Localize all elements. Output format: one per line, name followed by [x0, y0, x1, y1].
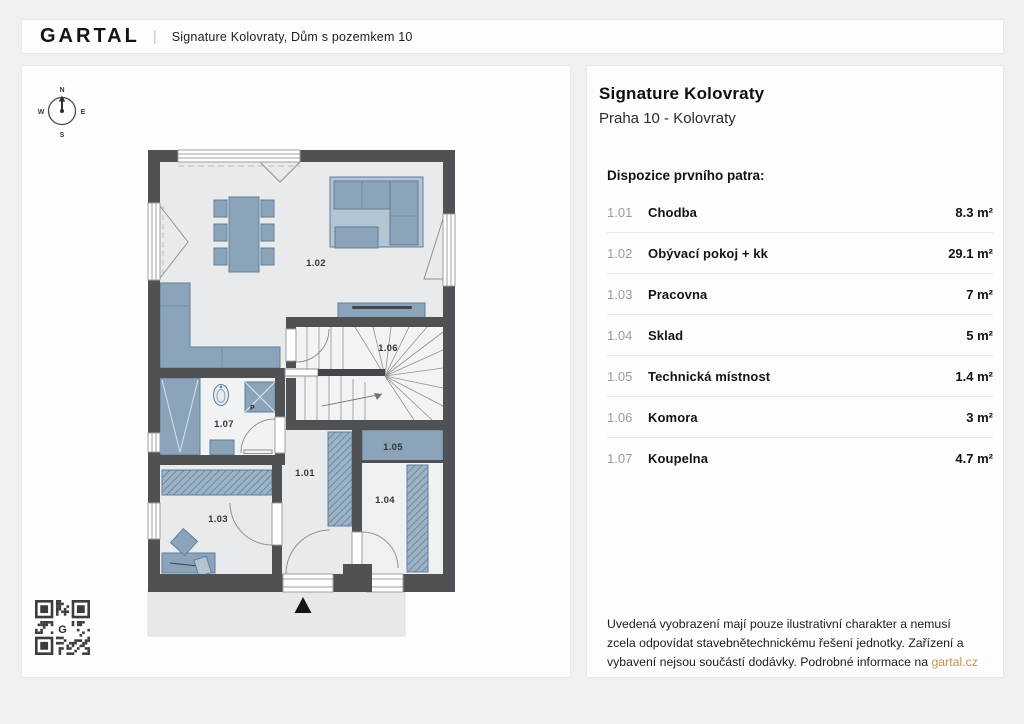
- room-label-104: 1.04: [375, 495, 395, 506]
- disclaimer-text: Uvedená vyobrazení mají pouze ilustrativ…: [607, 615, 979, 671]
- room-name: Obývací pokoj + kk: [648, 246, 948, 261]
- room-number: 1.03: [607, 287, 648, 302]
- breadcrumb: Signature Kolovraty, Dům s pozemkem 10: [172, 30, 413, 44]
- compass-west: W: [38, 109, 45, 116]
- terrace: [148, 590, 405, 636]
- room-name: Technická místnost: [648, 369, 955, 384]
- table-row: 1.01Chodba8.3 m²: [607, 192, 993, 233]
- table-row: 1.02Obývací pokoj + kk29.1 m²: [607, 233, 993, 274]
- room-number: 1.06: [607, 410, 648, 425]
- sink: [214, 385, 229, 406]
- table-row: 1.05Technická místnost1.4 m²: [607, 356, 993, 397]
- bath-vanity: [210, 440, 234, 455]
- room-name: Pracovna: [648, 287, 966, 302]
- details-panel: Signature Kolovraty Praha 10 - Kolovraty…: [587, 66, 1003, 677]
- room-area: 3 m²: [966, 410, 993, 425]
- disclaimer-body: Uvedená vyobrazení mají pouze ilustrativ…: [607, 617, 967, 669]
- room-area: 7 m²: [966, 287, 993, 302]
- section-heading: Dispozice prvního patra:: [607, 168, 765, 183]
- washer-label: P: [250, 405, 255, 412]
- compass-north: N: [59, 87, 64, 94]
- room-number: 1.02: [607, 246, 648, 261]
- room-table: 1.01Chodba8.3 m²1.02Obývací pokoj + kk29…: [607, 192, 993, 479]
- coffee-table: [335, 227, 378, 248]
- room-name: Sklad: [648, 328, 966, 343]
- shower: [160, 378, 200, 455]
- floorplan-panel: N S W E: [22, 66, 570, 677]
- room-number: 1.05: [607, 369, 648, 384]
- room-label-103: 1.03: [208, 514, 228, 525]
- table-row: 1.03Pracovna7 m²: [607, 274, 993, 315]
- room-area: 8.3 m²: [955, 205, 993, 220]
- hall-closet: [328, 432, 352, 526]
- room-number: 1.04: [607, 328, 648, 343]
- room-label-107: 1.07: [214, 419, 234, 430]
- storage-shelving: [407, 465, 428, 572]
- room-name: Komora: [648, 410, 966, 425]
- page-title: Signature Kolovraty: [599, 84, 764, 104]
- header-bar: GARTAL | Signature Kolovraty, Dům s poze…: [22, 20, 1003, 53]
- table-row: 1.07Koupelna4.7 m²: [607, 438, 993, 479]
- room-area: 29.1 m²: [948, 246, 993, 261]
- entry-pier: [343, 564, 372, 592]
- room-area: 5 m²: [966, 328, 993, 343]
- compass-icon: N S W E: [38, 87, 86, 139]
- room-number: 1.07: [607, 451, 648, 466]
- room-number: 1.01: [607, 205, 648, 220]
- page-subtitle: Praha 10 - Kolovraty: [599, 110, 736, 127]
- room-label-101: 1.01: [295, 468, 315, 479]
- room-name: Chodba: [648, 205, 955, 220]
- table-row: 1.04Sklad5 m²: [607, 315, 993, 356]
- qr-code: G: [35, 600, 90, 655]
- table-row: 1.06Komora3 m²: [607, 397, 993, 438]
- room-label-105: 1.05: [383, 442, 403, 453]
- gartal-logo: GARTAL: [40, 25, 140, 48]
- room-label-106: 1.06: [378, 343, 398, 354]
- gartal-link[interactable]: gartal.cz: [931, 655, 977, 669]
- room-area: 1.4 m²: [955, 369, 993, 384]
- room-area: 4.7 m²: [955, 451, 993, 466]
- washing-machine: P: [245, 382, 275, 412]
- floorplan-drawing: N S W E: [22, 66, 570, 677]
- qr-center-letter: G: [58, 624, 67, 636]
- header-divider: |: [153, 28, 157, 45]
- compass-east: E: [81, 109, 86, 116]
- room-name: Koupelna: [648, 451, 955, 466]
- compass-south: S: [60, 132, 65, 139]
- wardrobe: [162, 470, 272, 495]
- room-label-102: 1.02: [306, 258, 326, 269]
- dining-table: [214, 197, 274, 272]
